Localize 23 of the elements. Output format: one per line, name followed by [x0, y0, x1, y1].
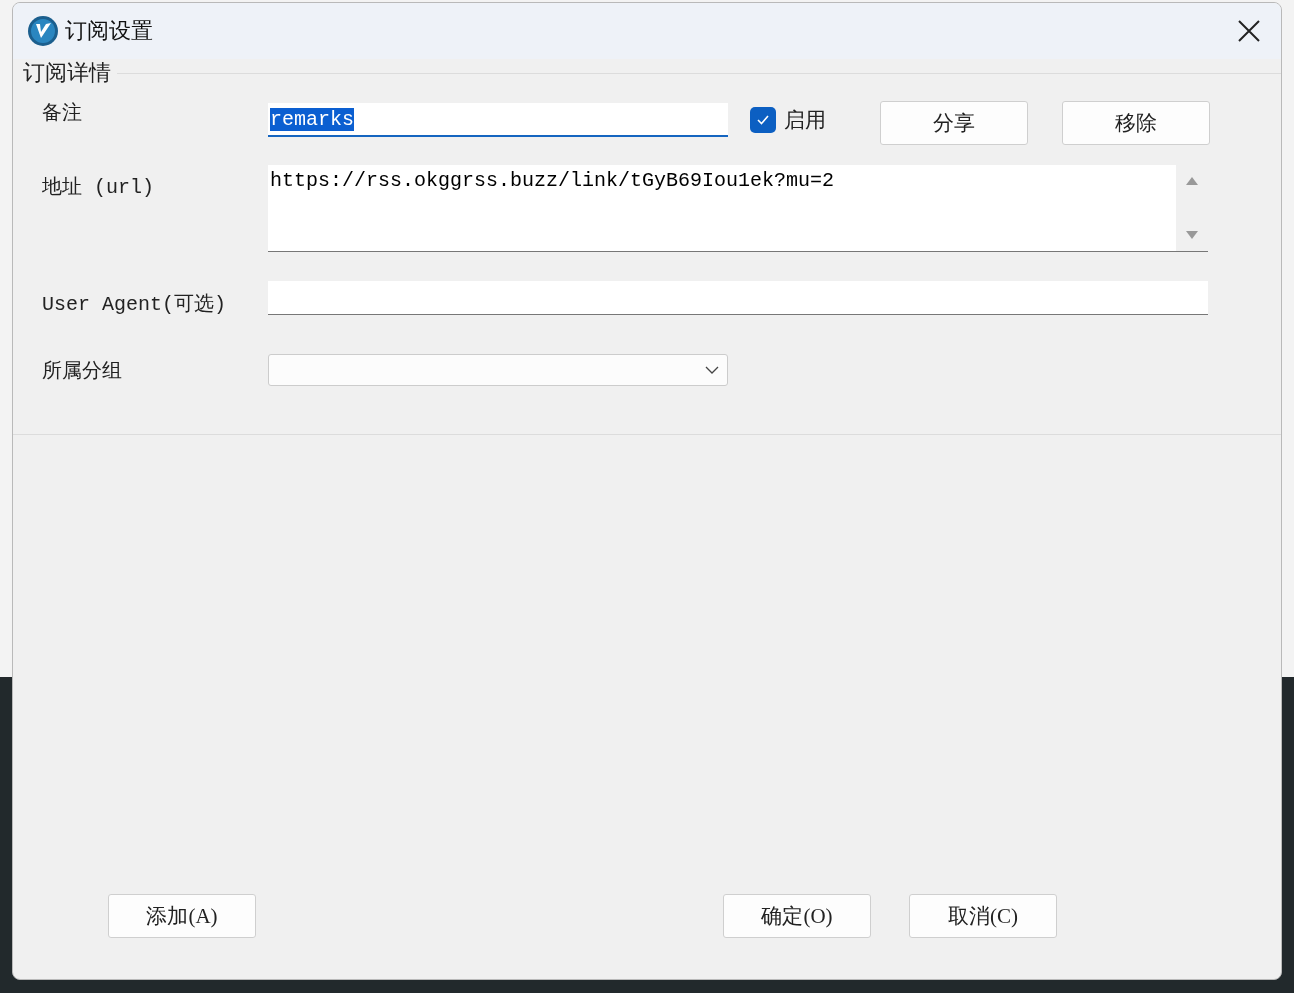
close-icon — [1237, 19, 1261, 43]
enabled-checkbox[interactable] — [750, 107, 776, 133]
footer-button[interactable]: 添加(A) — [108, 894, 256, 938]
action-button[interactable]: 分享 — [880, 101, 1028, 145]
field-label: 所属分组 — [42, 359, 123, 384]
field-value: https://rss.okggrss.buzz/link/tGyB69Iou1ek?mu=2 — [270, 168, 835, 192]
footer-button[interactable]: 确定(O) — [723, 894, 871, 938]
footer-button[interactable]: 取消(C) — [909, 894, 1057, 938]
remarks-field[interactable]: remarks — [268, 103, 728, 137]
user-agent-field[interactable] — [268, 281, 1208, 315]
group-box-title: 订阅详情 — [22, 59, 112, 87]
app-logo-icon — [27, 15, 59, 47]
field-label: 备注 — [42, 101, 83, 126]
field-value: remarks — [270, 107, 354, 131]
action-button[interactable]: 移除 — [1062, 101, 1210, 145]
checkbox-label: 启用 — [784, 107, 826, 134]
window-title: 订阅设置 — [65, 17, 154, 45]
field-label: User Agent(可选) — [42, 292, 228, 317]
field-label: 地址 (url) — [42, 175, 155, 200]
scroll-down-icon[interactable] — [1186, 231, 1198, 239]
url-field[interactable]: https://rss.okggrss.buzz/link/tGyB69Iou1ek?mu=2 — [268, 165, 1208, 252]
scroll-up-icon[interactable] — [1186, 177, 1198, 185]
chevron-down-icon — [705, 366, 719, 374]
